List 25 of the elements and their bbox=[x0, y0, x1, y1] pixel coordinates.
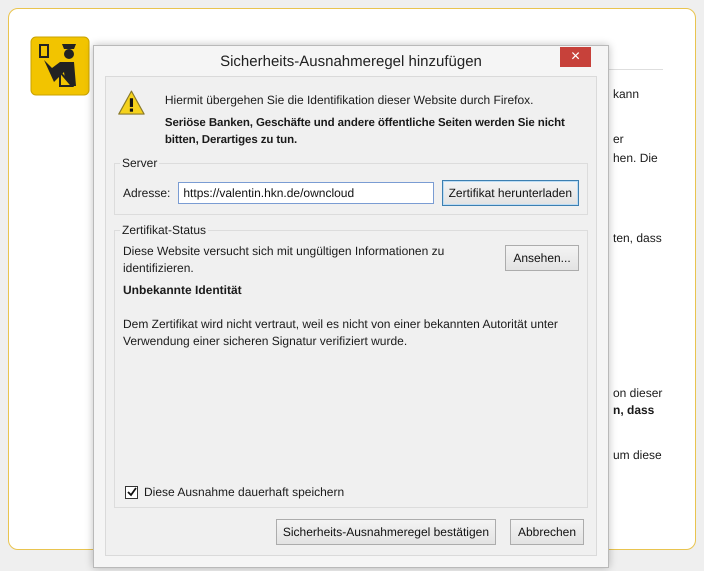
field-label: Adresse: bbox=[123, 186, 170, 200]
group-legend: Zertifikat-Status bbox=[120, 223, 208, 237]
page-text: um diese bbox=[612, 447, 662, 463]
warning-text: Hiermit übergehen Sie die Identifikation dieser Website durch Firefox. bbox=[164, 92, 535, 109]
window-title: Sicherheits-Ausnahmeregel hinzufügen bbox=[220, 52, 482, 70]
page-text: n, dass bbox=[612, 402, 654, 418]
warning-bold-text: Seriöse Banken, Geschäfte und andere öffentliche Seiten werden Sie nicht bitten, Derartiges zu tun. bbox=[164, 116, 566, 148]
page-text: on dieser bbox=[612, 385, 662, 401]
status-message: Diese Website versucht sich mit ungültigen Informationen zu identifizieren. bbox=[123, 243, 446, 277]
permanent-checkbox[interactable] bbox=[125, 486, 138, 498]
checkbox-label: Diese Ausnahme dauerhaft speichern bbox=[144, 485, 344, 499]
status-detail: Dem Zertifikat wird nicht vertraut, weil es nicht von einer bekannten Autorität unter Verwendung einer sicheren Signatur verifiziert wurde. bbox=[123, 316, 559, 350]
page-text: er bbox=[612, 131, 624, 147]
download-certificate-button[interactable]: Zertifikat herunterladen bbox=[442, 180, 579, 206]
identity-badge-icon bbox=[30, 36, 90, 96]
view-button[interactable]: Ansehen... bbox=[505, 245, 579, 271]
page-text: ten, dass bbox=[612, 230, 662, 246]
group-legend: Server bbox=[120, 156, 160, 170]
page-text: hen. Die bbox=[612, 150, 658, 166]
address-field[interactable]: https://valentin.hkn.de/owncloud bbox=[178, 182, 434, 204]
dialog-button[interactable]: Abbrechen bbox=[510, 519, 584, 545]
dialog-button[interactable]: Sicherheits-Ausnahmeregel bestätigen bbox=[276, 519, 496, 545]
status-heading: Unbekannte Identität bbox=[123, 282, 243, 299]
check-icon bbox=[126, 487, 136, 497]
close-button[interactable]: × bbox=[560, 47, 591, 67]
